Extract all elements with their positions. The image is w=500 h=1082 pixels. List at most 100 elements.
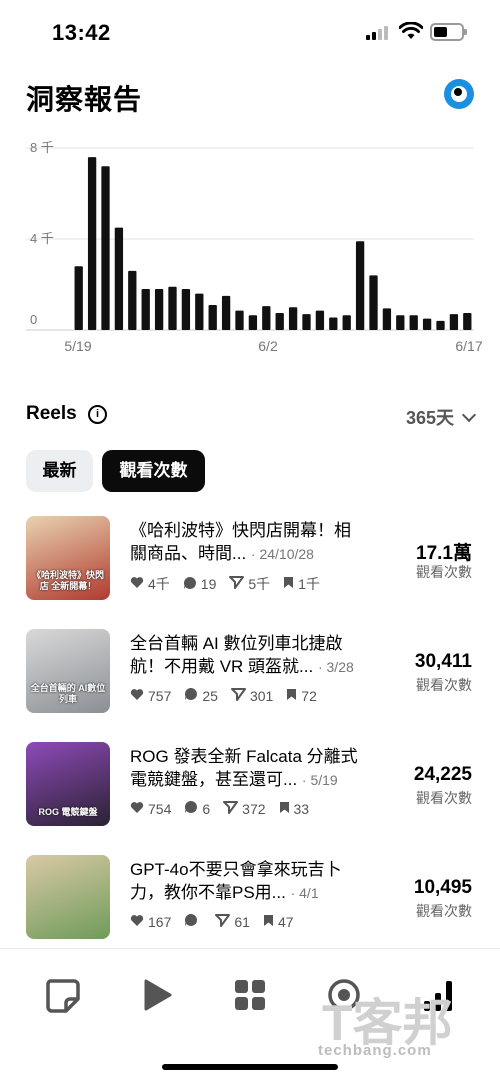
chart-bar [329, 317, 338, 330]
watermark-site: techbang.com [318, 1042, 432, 1059]
home-indicator [162, 1064, 338, 1070]
comments-count: 25 [202, 687, 218, 704]
page-title: 洞察報告 [26, 84, 143, 115]
chart-bar [181, 289, 191, 330]
wifi-icon [399, 22, 423, 39]
thumbnail-caption: ROG 電競鍵盤 [38, 807, 98, 817]
bookmark-icon [283, 576, 298, 592]
reel-title-line-1: ROG 發表全新 Falcata 分離式 [130, 747, 358, 766]
shares-stat: 372 [223, 800, 266, 817]
shares-stat: 301 [230, 687, 273, 704]
likes-stat: 4千 [130, 574, 170, 594]
cellular-signal-icon [366, 26, 392, 40]
chart-bar [355, 241, 365, 330]
chart-bar [208, 304, 217, 330]
x-tick-label: 6/2 [258, 338, 278, 354]
date-range-select[interactable]: 365天 [405, 404, 477, 430]
reel-title-line-1: GPT-4o不要只會拿來玩吉卜 [130, 860, 342, 879]
reel-title-line-2: 電競鍵盤，甚至還可... · 5/19 [130, 769, 370, 791]
chart-bar [221, 295, 231, 331]
date-range-label: 365天 [405, 408, 454, 428]
saves-count: 47 [277, 913, 294, 930]
thumbnail-caption: 全台首輛的 AI數位列車 [30, 683, 106, 704]
comments-stat: 25 [184, 687, 218, 704]
x-tick-label: 6/17 [455, 338, 482, 354]
y-tick-label: 0 [30, 312, 37, 327]
chart-bar [235, 310, 244, 330]
reel-stats: 754 6 372 33 [130, 800, 322, 817]
likes-count: 754 [148, 800, 172, 817]
chart-bar [409, 315, 418, 330]
reel-list-item[interactable]: 全台首輛的 AI數位列車 全台首輛 AI 數位列車北捷啟 航！不用戴 VR 頭盔就.… [26, 629, 474, 713]
reel-thumbnail[interactable] [26, 855, 110, 939]
reel-date: · 5/19 [301, 772, 338, 788]
reel-title-line-1: 全台首輛 AI 數位列車北捷啟 [130, 634, 343, 653]
likes-count: 4千 [148, 576, 170, 592]
reel-list-item[interactable]: 《哈利波特》快閃店 全新開幕！ 《哈利波特》快閃店開幕！相 關商品、時間... · … [26, 516, 474, 600]
heart-icon [130, 688, 148, 704]
eye-icon[interactable] [444, 79, 474, 109]
thumbnail-caption: 《哈利波特》快閃店 全新開幕！ [31, 570, 104, 591]
filter-latest-chip[interactable]: 最新 [26, 450, 93, 492]
likes-count: 167 [148, 913, 172, 930]
views-label: 觀看次數 [416, 564, 472, 580]
grid-icon[interactable] [230, 975, 270, 1015]
saves-count: 1千 [298, 576, 320, 592]
chart-bar [101, 166, 110, 330]
share-icon [230, 687, 250, 704]
chart-bar [396, 315, 405, 330]
saves-count: 33 [293, 800, 310, 817]
chart-bar [449, 314, 459, 330]
comments-count: 6 [202, 800, 211, 817]
y-tick-label: 8 千 [30, 140, 54, 155]
reel-title-line-2: 力，教你不靠PS用... · 4/1 [130, 882, 370, 904]
comment-icon [184, 687, 202, 704]
comments-stat: 6 [184, 800, 210, 817]
share-icon [229, 576, 248, 592]
shares-stat: 5千 [229, 574, 270, 594]
chart-bar [422, 318, 432, 331]
chart-bar [87, 157, 97, 330]
reel-thumbnail[interactable]: 《哈利波特》快閃店 全新開幕！ [26, 516, 110, 600]
saves-count: 72 [301, 687, 317, 704]
shares-count: 5千 [248, 576, 271, 592]
comment-icon [184, 913, 202, 930]
views-label: 觀看次數 [416, 677, 472, 693]
shares-count: 372 [242, 800, 266, 817]
chevron-down-icon [461, 407, 477, 422]
share-icon [223, 800, 242, 817]
y-tick-label: 4 千 [30, 231, 54, 246]
reel-list-item[interactable]: ROG 電競鍵盤 ROG 發表全新 Falcata 分離式 電競鍵盤，甚至還可...… [26, 742, 474, 826]
chart-bar [154, 289, 164, 330]
chart-bar [168, 286, 177, 331]
chart-bar [128, 270, 137, 330]
chart-bar [248, 315, 258, 330]
bookmark-icon [279, 801, 294, 817]
sticky-note-icon[interactable] [42, 975, 82, 1015]
reel-date: · 3/28 [317, 659, 354, 675]
play-icon[interactable] [136, 975, 176, 1015]
chart-bar [315, 310, 325, 330]
reel-title-text: 電競鍵盤，甚至還可... [130, 770, 298, 789]
reel-list-item[interactable]: GPT-4o不要只會拿來玩吉卜力，教你不靠PS用... · 4/1 167 61 47… [26, 855, 474, 939]
comment-icon [184, 800, 202, 817]
reel-title-text: 關商品、時間... [130, 544, 247, 563]
bookmark-icon [286, 688, 301, 704]
shares-count: 61 [234, 913, 250, 930]
likes-count: 757 [148, 687, 172, 704]
filter-views-chip[interactable]: 觀看次數 [102, 450, 205, 492]
bookmark-icon [263, 914, 278, 930]
saves-stat: 47 [263, 914, 294, 930]
views-count: 10,495 [413, 877, 472, 898]
reel-thumbnail[interactable]: ROG 電競鍵盤 [26, 742, 110, 826]
comment-icon [183, 576, 201, 593]
chart-bar [262, 306, 271, 330]
info-icon[interactable]: i [88, 405, 107, 424]
status-time: 13:42 [52, 20, 111, 45]
saves-stat: 1千 [283, 574, 320, 594]
reel-stats: 167 61 47 [130, 913, 307, 930]
reel-thumbnail[interactable]: 全台首輛的 AI數位列車 [26, 629, 110, 713]
reel-date: · 24/10/28 [250, 546, 314, 562]
share-icon [215, 913, 234, 930]
reel-title-line-1: 《哈利波特》快閃店開幕！相 [130, 521, 351, 540]
